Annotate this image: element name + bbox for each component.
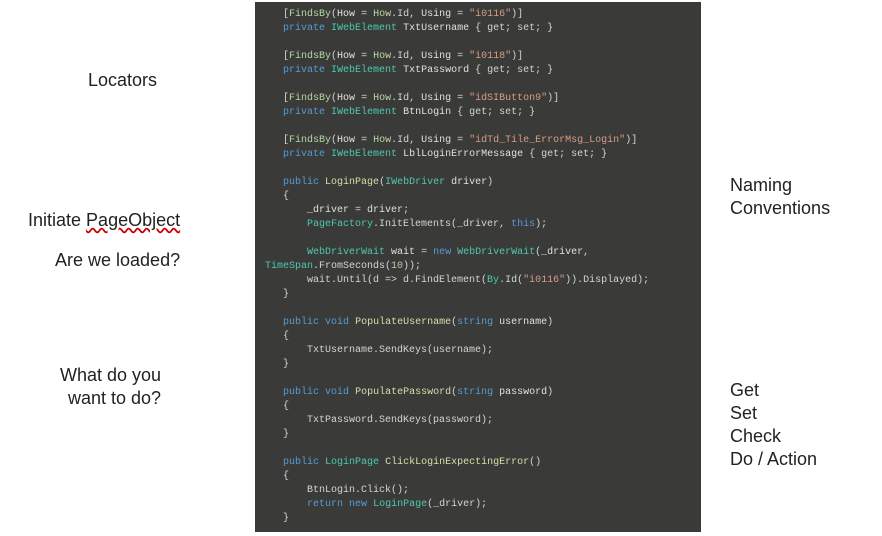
label-initiate: Initiate PageObject (28, 210, 180, 231)
label-check: Check (730, 426, 781, 447)
label-locators: Locators (88, 70, 157, 91)
label-do: Do / Action (730, 449, 817, 470)
label-want1: What do you (60, 365, 161, 386)
label-loaded: Are we loaded? (55, 250, 180, 271)
label-set: Set (730, 403, 757, 424)
label-initiate-word2: PageObject (86, 210, 180, 230)
label-get: Get (730, 380, 759, 401)
code-snippet: [FindsBy(How = How.Id, Using = "i0116")]… (255, 2, 701, 532)
label-naming1: Naming (730, 175, 792, 196)
label-initiate-word1: Initiate (28, 210, 86, 230)
label-want2: want to do? (68, 388, 161, 409)
label-naming2: Conventions (730, 198, 830, 219)
